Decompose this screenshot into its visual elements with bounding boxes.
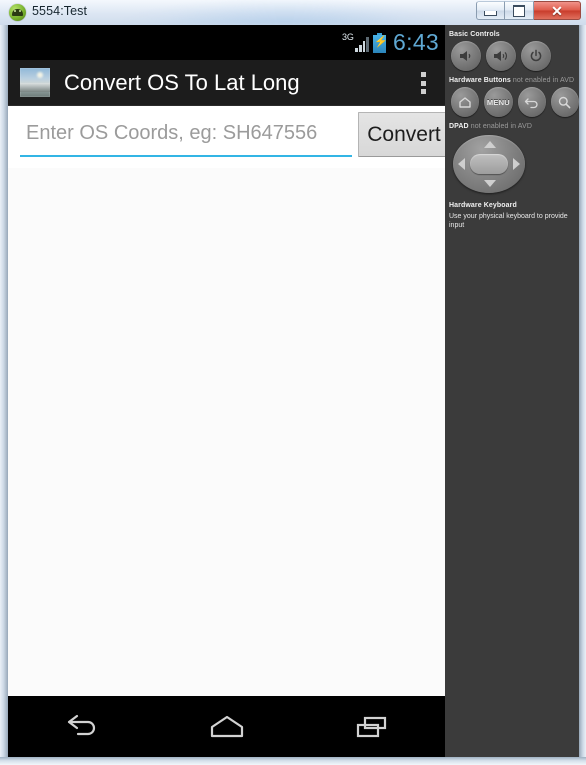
hardware-keyboard-note: Use your physical keyboard to provide in…: [449, 213, 568, 229]
volume-down-button[interactable]: [451, 41, 481, 71]
robot-face-shape: [12, 9, 23, 16]
home-icon: [459, 97, 471, 108]
app-content-area: [8, 168, 445, 730]
speaker-high-icon: [494, 51, 507, 61]
dpad-control[interactable]: [453, 135, 525, 193]
emulator-control-panel: Basic Controls Hardware Buttons not enab…: [445, 25, 579, 757]
hardware-buttons-label: Hardware Buttons not enabled in AVD: [449, 76, 579, 85]
hw-home-button[interactable]: [451, 87, 480, 117]
speaker-low-icon: [460, 51, 471, 61]
signal-bar-group: [355, 36, 370, 52]
robot-eye-right: [19, 10, 21, 12]
os-coords-input[interactable]: [20, 115, 352, 157]
android-navigation-bar: [8, 696, 445, 757]
back-arrow-icon: [524, 98, 538, 109]
status-bar-right-cluster: 3G 6:43: [342, 25, 441, 60]
back-icon: [67, 714, 95, 735]
basic-controls-row: [451, 41, 579, 71]
nav-recents-button[interactable]: [299, 696, 445, 757]
coords-form-row: Convert: [8, 105, 445, 168]
dpad-select-button[interactable]: [470, 154, 508, 174]
hw-search-button[interactable]: [550, 87, 579, 117]
dpad-right-icon[interactable]: [513, 158, 520, 170]
window-title: 5554:Test: [32, 4, 88, 18]
close-button[interactable]: ✕: [534, 1, 581, 20]
window-frame-left-edge: [0, 25, 8, 765]
battery-charging-icon: [373, 32, 388, 53]
dpad-label: DPAD not enabled in AVD: [449, 122, 579, 131]
app-icon-sun-shape: [37, 72, 43, 78]
dpad-down-icon[interactable]: [484, 180, 496, 187]
hardware-keyboard-label: Hardware Keyboard: [449, 202, 517, 209]
emulator-window: 5554:Test ✕ 3G 6:43 Convert OS To Lat Lo…: [0, 0, 586, 765]
overflow-menu-icon[interactable]: [421, 72, 427, 94]
maximize-icon: [513, 4, 525, 17]
emulator-body: 3G 6:43 Convert OS To Lat Long Enter OS …: [0, 25, 586, 765]
hardware-buttons-note: not enabled in AVD: [510, 77, 575, 84]
window-frame-right-edge: [579, 25, 586, 765]
recents-icon: [357, 716, 387, 737]
nav-back-button[interactable]: [8, 696, 154, 757]
robot-eye-left: [14, 10, 16, 12]
power-button[interactable]: [521, 41, 551, 71]
app-action-bar: Convert OS To Lat Long: [8, 60, 445, 106]
hw-back-button[interactable]: [517, 87, 546, 117]
home-icon: [210, 715, 243, 737]
power-icon: [530, 49, 542, 62]
minimize-button[interactable]: [476, 1, 505, 20]
volume-up-button[interactable]: [486, 41, 516, 71]
app-icon-ridge-shape: [20, 83, 50, 92]
device-screen: 3G 6:43 Convert OS To Lat Long Enter OS …: [8, 25, 445, 757]
dpad-left-icon[interactable]: [458, 158, 465, 170]
convert-button[interactable]: Convert: [358, 112, 445, 157]
basic-controls-label: Basic Controls: [449, 31, 500, 38]
dpad-title: DPAD: [449, 123, 469, 130]
status-bar-clock: 6:43: [393, 29, 439, 55]
hardware-buttons-title: Hardware Buttons: [449, 77, 511, 84]
window-titlebar: 5554:Test ✕: [0, 0, 586, 25]
nav-home-button[interactable]: [154, 696, 300, 757]
page-title: Convert OS To Lat Long: [64, 70, 300, 95]
close-icon: ✕: [551, 2, 563, 19]
magnifier-icon: [559, 96, 571, 108]
signal-bars-icon: 3G: [342, 31, 370, 53]
maximize-button[interactable]: [505, 1, 534, 20]
android-robot-icon: [9, 4, 26, 21]
network-type-label: 3G: [342, 31, 354, 42]
window-controls: ✕: [476, 1, 581, 21]
hardware-buttons-row: MENU: [451, 87, 579, 117]
dpad-note: not enabled in AVD: [468, 123, 532, 130]
titlebar-glass-decoration: [120, 0, 450, 25]
minimize-icon: [484, 10, 497, 16]
dpad-up-icon[interactable]: [484, 141, 496, 148]
android-status-bar: 3G 6:43: [8, 25, 445, 60]
app-photo-icon[interactable]: [20, 68, 50, 97]
hw-menu-button[interactable]: MENU: [484, 87, 513, 117]
window-frame-bottom-edge: [0, 757, 586, 765]
